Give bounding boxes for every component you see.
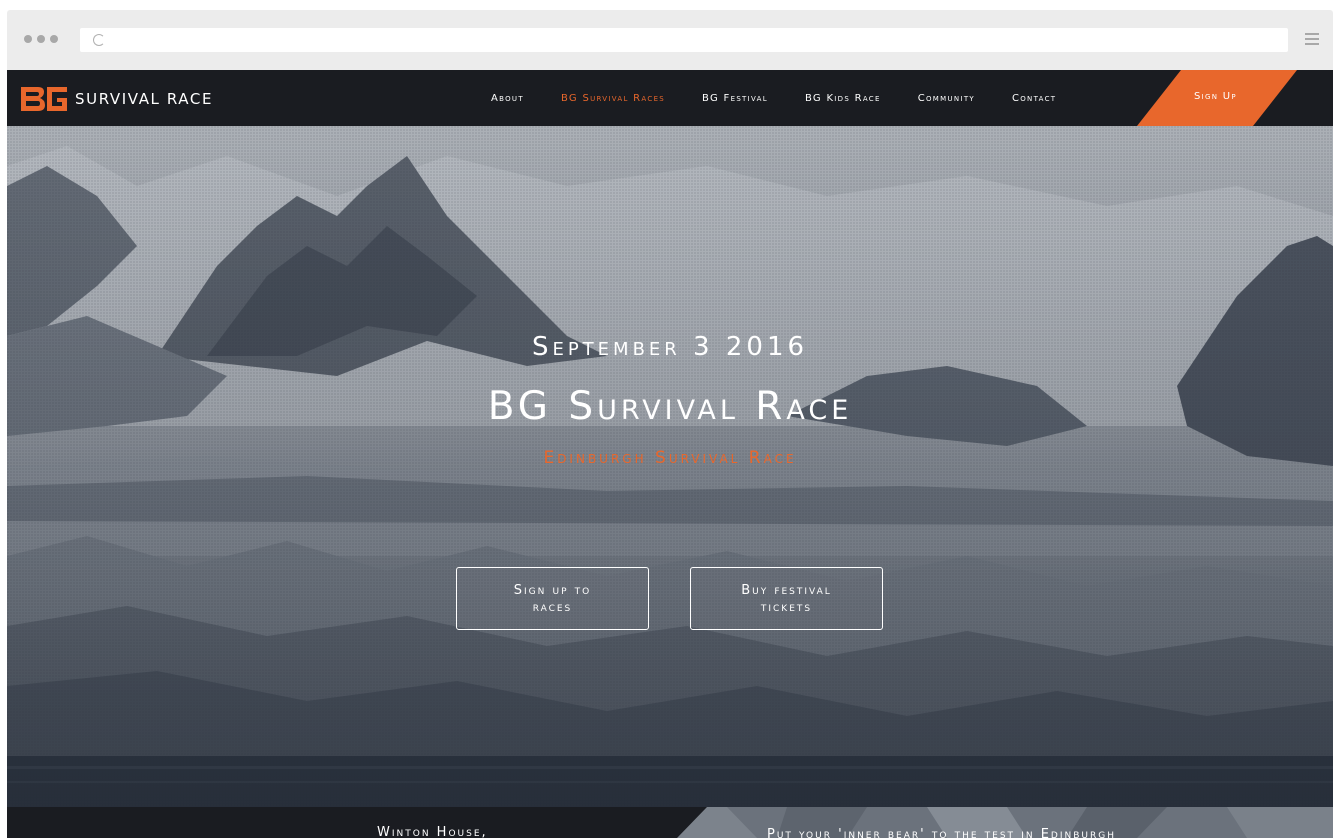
window-dot[interactable]	[50, 35, 58, 43]
sign-up-to-races-label: Sign up to races	[514, 582, 591, 616]
window-dot[interactable]	[24, 35, 32, 43]
address-bar[interactable]	[80, 28, 1288, 52]
hero-date: September 3 2016	[531, 332, 809, 362]
nav-item-community[interactable]: Community	[918, 93, 975, 104]
button-label-line: Buy festival	[741, 582, 832, 598]
sign-up-button[interactable]: Sign Up	[1137, 70, 1297, 126]
nav-item-bg-survival-races[interactable]: BG Survival Races	[561, 93, 665, 104]
site-navbar: SURVIVAL RACE About BG Survival Races BG…	[7, 70, 1333, 126]
sign-up-label: Sign Up	[1194, 91, 1237, 102]
logo-text: SURVIVAL RACE	[75, 90, 214, 108]
nav-item-bg-kids-race[interactable]: BG Kids Race	[805, 93, 881, 104]
site-logo[interactable]: SURVIVAL RACE	[20, 86, 213, 112]
hamburger-menu-icon[interactable]	[1305, 33, 1319, 48]
hero-title: BG Survival Race	[487, 384, 853, 429]
reload-icon[interactable]	[93, 34, 105, 46]
button-label-line: tickets	[760, 599, 813, 615]
hero-section: September 3 2016 BG Survival Race Edinbu…	[7, 126, 1333, 807]
browser-chrome	[7, 10, 1333, 70]
info-strip: Winton House, Put your 'inner bear' to t…	[7, 807, 1333, 838]
bg-logo-mark-icon	[20, 86, 68, 112]
buy-festival-tickets-label: Buy festival tickets	[741, 582, 832, 616]
window-controls	[24, 35, 58, 43]
nav-item-about[interactable]: About	[491, 93, 524, 104]
buy-festival-tickets-button[interactable]: Buy festival tickets	[690, 567, 883, 630]
button-label-line: races	[532, 599, 573, 615]
button-label-line: Sign up to	[513, 582, 592, 598]
web-page: SURVIVAL RACE About BG Survival Races BG…	[7, 70, 1333, 838]
venue-text: Winton House,	[377, 825, 488, 838]
nav-item-bg-festival[interactable]: BG Festival	[702, 93, 768, 104]
sign-up-to-races-button[interactable]: Sign up to races	[456, 567, 649, 630]
tagline-text: Put your 'inner bear' to the test in Edi…	[767, 827, 1116, 838]
hero-subtitle: Edinburgh Survival Race	[543, 448, 797, 468]
window-dot[interactable]	[37, 35, 45, 43]
info-strip-left-panel	[7, 807, 707, 838]
main-nav: About BG Survival Races BG Festival BG K…	[491, 70, 1093, 126]
nav-item-contact[interactable]: Contact	[1012, 93, 1056, 104]
